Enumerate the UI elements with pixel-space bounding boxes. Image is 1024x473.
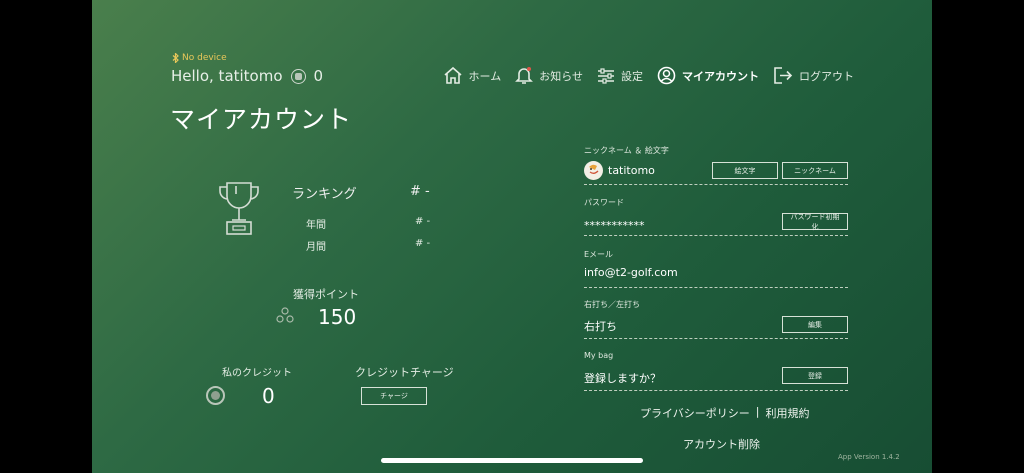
- nav-notifications-label: お知らせ: [539, 69, 583, 83]
- password-reset-button[interactable]: パスワード初期化: [782, 213, 848, 231]
- home-icon: [443, 66, 463, 85]
- nav-home-label: ホーム: [468, 69, 502, 83]
- register-button[interactable]: 登録: [782, 367, 848, 384]
- ranking-label: ランキング: [292, 187, 357, 202]
- password-value: ***********: [584, 219, 645, 232]
- nav-my-account-label: マイアカウント: [682, 69, 759, 83]
- golf-balls-icon: [275, 307, 295, 329]
- ranking-monthly-value: # -: [415, 238, 431, 249]
- divider: [584, 287, 848, 288]
- ranking-monthly-label: 月間: [306, 242, 326, 253]
- page-title: マイアカウント: [170, 105, 353, 134]
- nav-notifications[interactable]: お知らせ: [515, 66, 583, 85]
- user-circle-icon: [657, 66, 676, 85]
- link-separator: |: [755, 405, 760, 418]
- email-label: Eメール: [584, 250, 614, 259]
- nav-home[interactable]: ホーム: [443, 66, 502, 85]
- credit-value: 0: [262, 384, 275, 408]
- points-value: 150: [318, 305, 357, 329]
- terms-link[interactable]: 利用規約: [766, 405, 810, 421]
- home-indicator[interactable]: [381, 458, 643, 463]
- nickname-label: ニックネーム ＆ 絵文字: [584, 146, 669, 155]
- trophy-icon: [216, 180, 262, 242]
- nav-settings-label: 設定: [621, 69, 643, 83]
- emoji-button[interactable]: 絵文字: [712, 162, 778, 179]
- logout-icon: [773, 66, 793, 85]
- charge-button[interactable]: チャージ: [361, 387, 427, 405]
- ranking-yearly-label: 年間: [306, 220, 326, 231]
- bag-label: My bag: [584, 351, 614, 360]
- greeting-text: Hello, tatitomo: [171, 67, 283, 85]
- credit-coin-icon: [206, 386, 225, 405]
- coin-count: 0: [313, 67, 324, 85]
- divider: [584, 338, 848, 339]
- app-screen: No device Hello, tatitomo 0 ホーム お知らせ 設定: [92, 0, 932, 473]
- nav-logout-label: ログアウト: [799, 69, 854, 83]
- sliders-icon: [597, 67, 615, 84]
- privacy-policy-link[interactable]: プライバシーポリシー: [640, 405, 750, 421]
- divider: [584, 390, 848, 391]
- greeting: Hello, tatitomo 0: [171, 67, 323, 85]
- divider: [584, 184, 848, 185]
- nickname-value: tatitomo: [608, 164, 655, 177]
- handedness-label: 右打ち／左打ち: [584, 300, 640, 309]
- delete-account-link[interactable]: アカウント削除: [683, 436, 760, 452]
- edit-button[interactable]: 編集: [782, 316, 848, 333]
- bag-value: 登録しますか？: [584, 372, 661, 385]
- device-status-text: No device: [182, 53, 227, 63]
- points-label: 獲得ポイント: [293, 288, 359, 301]
- nav-settings[interactable]: 設定: [597, 67, 643, 84]
- app-version: App Version 1.4.2: [838, 453, 900, 461]
- coin-icon: [290, 68, 306, 84]
- divider: [584, 235, 848, 236]
- ranking-yearly-value: # -: [415, 216, 431, 227]
- ranking-value: # -: [410, 184, 430, 199]
- handedness-value: 右打ち: [584, 320, 617, 333]
- avatar: [584, 161, 603, 180]
- nav-logout[interactable]: ログアウト: [773, 66, 854, 85]
- footer-links: プライバシーポリシー | 利用規約: [640, 405, 810, 421]
- credit-label: 私のクレジット: [222, 368, 292, 379]
- email-value: info@t2-golf.com: [584, 266, 678, 279]
- nickname-button[interactable]: ニックネーム: [782, 162, 848, 179]
- password-label: パスワード: [584, 198, 624, 207]
- bell-icon: [515, 66, 534, 85]
- credit-charge-label: クレジットチャージ: [355, 366, 454, 379]
- bluetooth-icon: [172, 53, 179, 63]
- device-status: No device: [172, 53, 227, 63]
- nav-my-account[interactable]: マイアカウント: [657, 66, 759, 85]
- top-nav: ホーム お知らせ 設定 マイアカウント ログアウト: [443, 66, 854, 85]
